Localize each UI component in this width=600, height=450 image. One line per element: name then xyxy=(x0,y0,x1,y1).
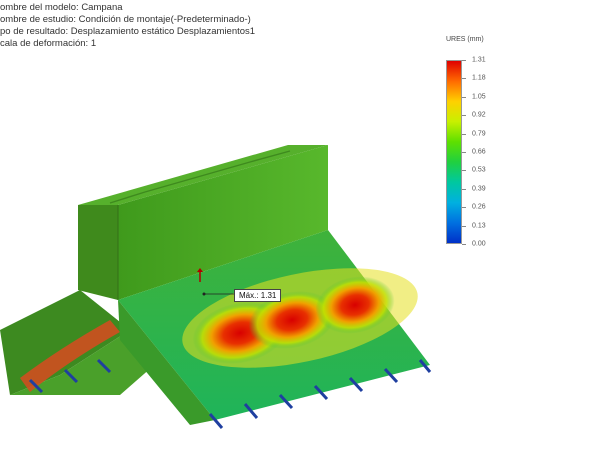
legend-tick-label: 0.00 xyxy=(472,240,486,248)
legend-tick-mark xyxy=(462,152,466,153)
legend-tick-label: 1.31 xyxy=(472,56,486,64)
legend-tick-mark xyxy=(462,207,466,209)
max-value-label: Máx.: 1.31 xyxy=(234,289,282,302)
legend-title: URES (mm) xyxy=(446,36,484,43)
legend-tick-mark xyxy=(462,188,466,190)
legend-tick-label: 0.66 xyxy=(472,148,486,156)
legend-tick-label: 1.05 xyxy=(472,93,486,101)
legend-tick-mark xyxy=(462,225,466,227)
legend-tick-mark xyxy=(462,115,466,117)
legend-tick-mark xyxy=(462,244,466,245)
legend-tick-mark xyxy=(462,60,466,61)
legend-tick-mark xyxy=(462,96,466,98)
legend-tick-label: 1.18 xyxy=(472,74,486,82)
legend-tick-mark xyxy=(462,170,466,172)
legend-tick-label: 0.92 xyxy=(472,111,486,119)
color-scale-bar xyxy=(446,60,462,244)
legend-tick-label: 0.79 xyxy=(472,130,486,138)
legend-tick-mark xyxy=(462,133,466,135)
legend-tick-label: 0.26 xyxy=(472,203,486,211)
model-viewport[interactable] xyxy=(0,0,600,450)
legend-tick-label: 0.13 xyxy=(472,222,486,230)
legend-tick-mark xyxy=(462,78,466,80)
legend-tick-label: 0.53 xyxy=(472,166,486,174)
legend-tick-label: 0.39 xyxy=(472,185,486,193)
